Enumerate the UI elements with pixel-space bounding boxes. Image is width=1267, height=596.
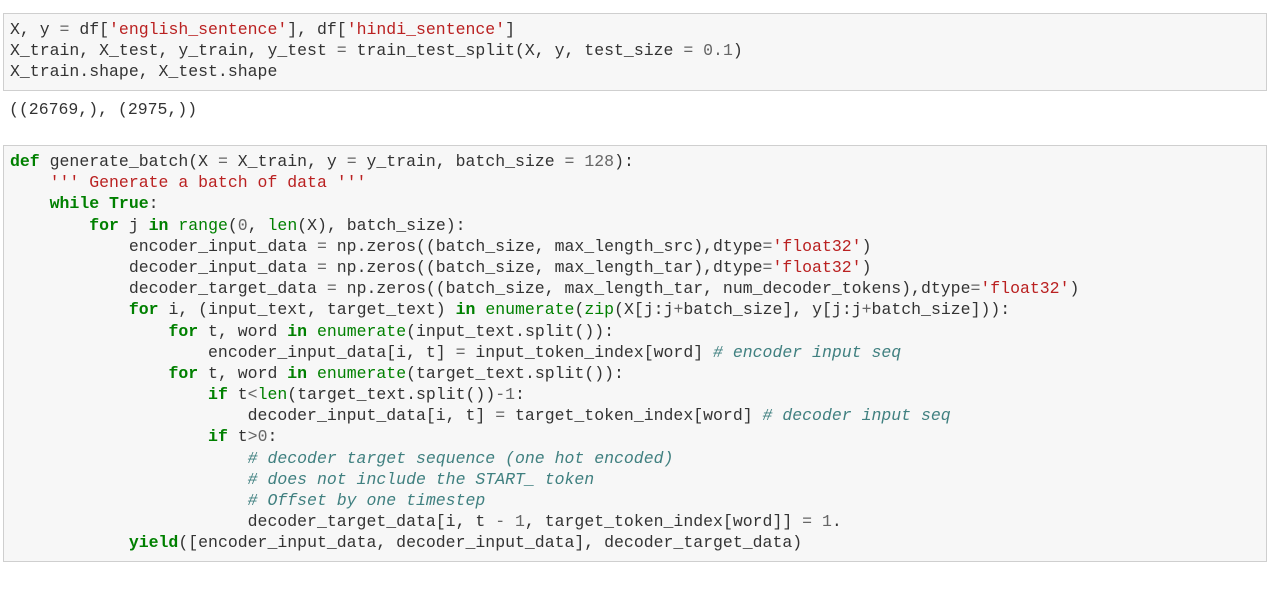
code-line: # Offset by one timestep (247, 491, 486, 510)
code-line: encoder_input_data = np.zeros((batch_siz… (10, 236, 872, 256)
code-line: for i, (input_text, target_text) in enum… (128, 300, 1011, 320)
code-line: while True: (49, 194, 159, 214)
code-line: # does not include the START_ token (247, 469, 595, 489)
code-line: for j in range(0, len(X), batch_size): (89, 215, 466, 235)
code-line: # decoder target sequence (one hot encod… (247, 448, 674, 468)
code-cell-2-input[interactable]: def generate_batch(X = X_train, y = y_tr… (3, 145, 1267, 562)
code-line: X_train.shape, X_test.shape (10, 62, 278, 82)
code-line: decoder_target_data = np.zeros((batch_si… (10, 279, 1080, 299)
code-cell-1-output: ((26769,), (2975,)) (9, 100, 198, 119)
code-cell-2-source[interactable]: def generate_batch(X = X_train, y = y_tr… (10, 151, 1079, 554)
code-line: decoder_input_data = np.zeros((batch_siz… (10, 257, 872, 277)
code-line: for t, word in enumerate(input_text.spli… (168, 321, 615, 341)
code-cell-1-source[interactable]: X, y = df['english_sentence'], df['hindi… (10, 19, 743, 83)
code-line: for t, word in enumerate(target_text.spl… (168, 363, 624, 383)
code-line: X, y = df['english_sentence'], df['hindi… (10, 20, 516, 39)
code-line: if t<len(target_text.split())-1: (208, 385, 525, 405)
code-line: encoder_input_data[i, t] = input_token_i… (10, 342, 902, 362)
code-line: if t>0: (208, 427, 278, 447)
code-line: def generate_batch(X = X_train, y = y_tr… (10, 152, 634, 171)
code-line: decoder_target_data[i, t - 1, target_tok… (10, 512, 842, 532)
code-cell-1-input[interactable]: X, y = df['english_sentence'], df['hindi… (3, 13, 1267, 91)
code-line: X_train, X_test, y_train, y_test = train… (10, 41, 743, 61)
code-line: yield([encoder_input_data, decoder_input… (128, 533, 803, 553)
code-line: decoder_input_data[i, t] = target_token_… (10, 406, 951, 426)
code-line: ''' Generate a batch of data ''' (49, 173, 367, 193)
